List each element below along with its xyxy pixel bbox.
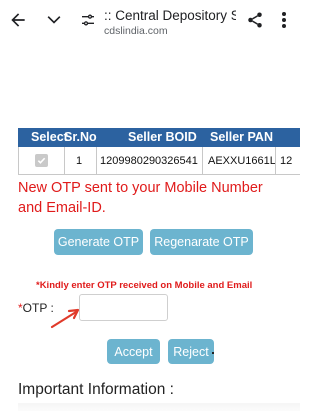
back-arrow-icon[interactable] [6,8,30,32]
faded-content [18,403,300,411]
cell-sr-no: 1 [76,155,83,167]
site-settings-icon[interactable] [77,9,99,31]
share-icon[interactable] [243,8,267,32]
generate-otp-button[interactable]: Generate OTP [54,229,143,255]
pointer-arrow-icon [50,308,80,329]
header-sr-no: Sr.No [64,130,97,144]
otp-sent-message: New OTP sent to your Mobile Number and E… [18,180,263,216]
browser-toolbar: :: Central Depository S... cdslindia.com [0,0,300,40]
header-seller-boid: Seller BOID [128,130,197,144]
more-vert-icon[interactable] [274,8,294,32]
table-row: 1 1209980290326541 AEXXU1661L 12 [18,147,300,175]
important-information-heading: Important Information : [18,381,174,398]
row-select-checkbox[interactable] [35,154,48,167]
accept-button[interactable]: Accept [107,339,160,364]
chevron-down-icon[interactable] [42,8,66,32]
page-url[interactable]: cdslindia.com [104,25,168,37]
cell-seller-pan: AEXXU1661L [208,155,276,167]
page-title[interactable]: :: Central Depository S... [104,8,236,23]
cell-extra: 12 [280,155,293,167]
decorative-dot [212,352,214,354]
cell-seller-boid: 1209980290326541 [100,155,198,167]
reject-button[interactable]: Reject [168,339,214,364]
regenerate-otp-button[interactable]: Regenarate OTP [150,229,253,255]
seller-table: Select Sr.No Seller BOID Seller PAN 1 12… [18,128,300,175]
otp-instruction: *Kindly enter OTP received on Mobile and… [36,280,253,291]
otp-input[interactable] [79,294,168,321]
header-seller-pan: Seller PAN [210,130,273,144]
table-header: Select Sr.No Seller BOID Seller PAN [18,128,300,147]
header-select: Select [31,130,68,144]
otp-label: *OTP : [18,301,54,315]
